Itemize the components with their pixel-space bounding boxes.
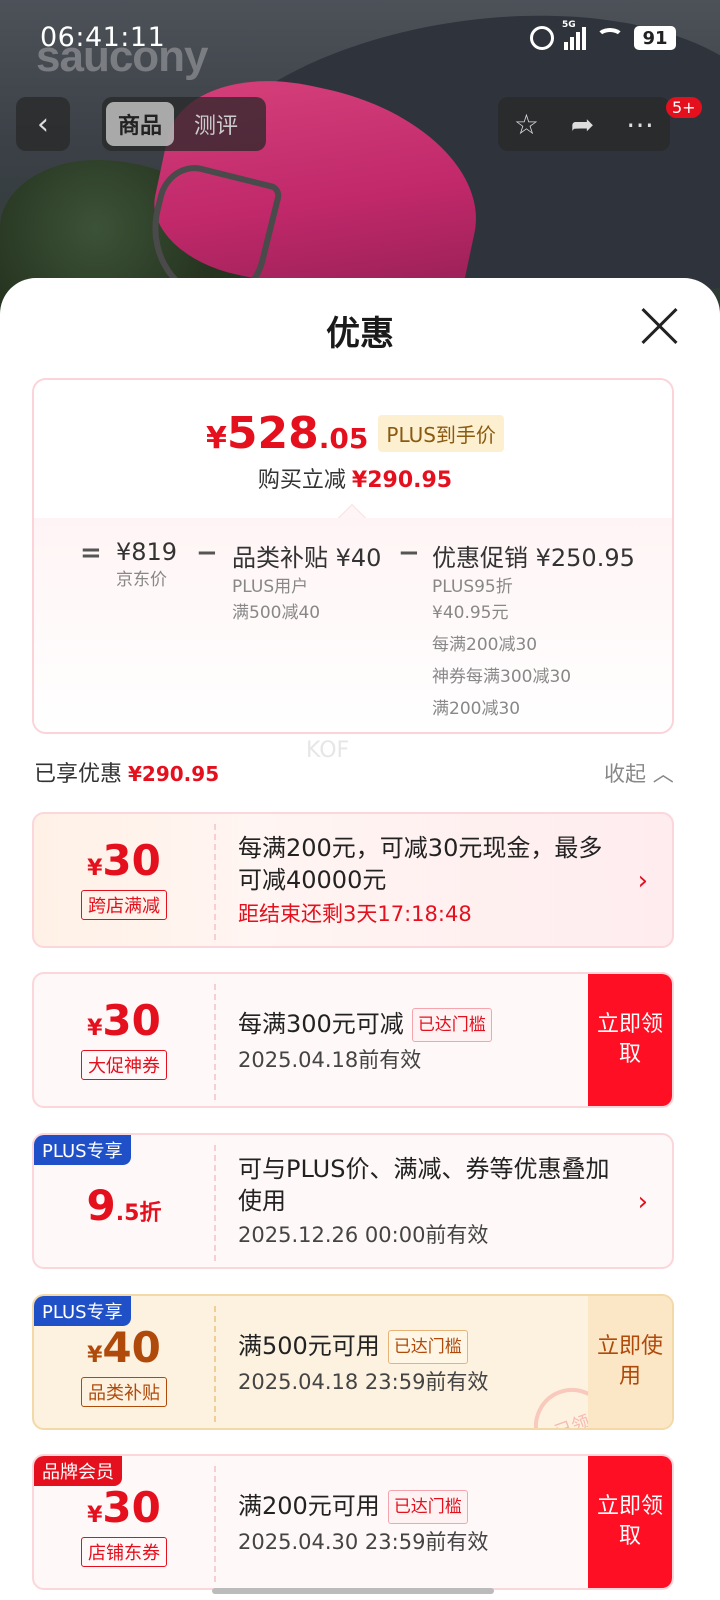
coupon-card: PLUS专享 ¥40 品类补贴 满500元可用 已达门槛 2025.04.18 2…: [32, 1294, 674, 1430]
tab-product[interactable]: 商品: [106, 102, 175, 146]
nav-tabs: 商品 测评: [102, 97, 266, 151]
countdown: 距结束还剩3天17:18:48: [238, 902, 472, 926]
close-icon[interactable]: [638, 304, 682, 348]
base-price-label: 京东价: [116, 570, 167, 590]
battery-icon: 91: [634, 26, 676, 50]
claim-button[interactable]: 立即领取: [588, 974, 672, 1106]
discount-sheet: 优惠 ¥528.05 PLUS到手价 购买立减 ¥290.95 = ¥819 京东…: [0, 278, 720, 1600]
use-button[interactable]: 立即使用: [588, 1296, 672, 1428]
coupon-card: ¥30 大促神券 每满300元可减 已达门槛 2025.04.18前有效 立即领取: [32, 972, 674, 1108]
network-type: 5G: [562, 20, 576, 30]
reduce-line: 购买立减 ¥290.95: [257, 468, 453, 493]
final-price: ¥528.05: [206, 408, 369, 459]
status-icons: 5G 91: [530, 20, 676, 50]
coupon-validity: 2025.12.26 00:00前有效: [238, 1223, 489, 1247]
coupon-type: 大促神券: [81, 1050, 167, 1080]
enjoyed-discount: 已享优惠 ¥290.95: [34, 762, 220, 787]
coupon-desc: 满200元可用 已达门槛: [238, 1490, 618, 1524]
base-price: ¥819: [116, 538, 178, 566]
reduce-amount: ¥290.95: [351, 468, 453, 493]
chevron-left-icon: ‹: [37, 106, 49, 142]
claim-button[interactable]: 立即领取: [588, 1456, 672, 1588]
coupon-validity: 2025.04.30 23:59前有效: [238, 1530, 489, 1554]
watermark-text: KOF: [306, 738, 350, 763]
promo-col: 优惠促销 ¥250.95 PLUS95折 ¥40.95元 每满200减30 神券…: [432, 538, 635, 721]
summary-breakdown: = ¥819 京东价 − 品类补贴 ¥40 PLUS用户 满500减40 − 优…: [34, 518, 672, 732]
signal-icon: 5G: [562, 20, 586, 50]
promo-title: 优惠促销 ¥250.95: [432, 544, 635, 572]
status-bar: 06:41:11 5G 91: [0, 0, 720, 80]
coupon-card: 品牌会员 ¥30 店铺东券 满200元可用 已达门槛 2025.04.30 23:…: [32, 1454, 674, 1590]
tab-review[interactable]: 测评: [182, 102, 250, 146]
coupon-type: 品类补贴: [81, 1377, 167, 1407]
nav-actions: ☆ ➦ ⋯: [498, 97, 670, 151]
coupon-desc: 满500元可用 已达门槛: [238, 1330, 618, 1364]
coupon-desc: 每满300元可减 已达门槛: [238, 1008, 618, 1042]
back-button[interactable]: ‹: [16, 97, 70, 151]
coupon-card[interactable]: ¥30 跨店满减 每满200元，可减30元现金，最多可减40000元 距结束还剩…: [32, 812, 674, 948]
threshold-badge: 已达门槛: [387, 1330, 468, 1364]
alarm-icon: [530, 26, 554, 50]
chevron-right-icon[interactable]: ›: [638, 1187, 648, 1217]
star-icon[interactable]: ☆: [514, 108, 539, 141]
home-indicator[interactable]: [212, 1588, 494, 1594]
category-subsidy-title: 品类补贴 ¥40: [232, 544, 382, 572]
threshold-badge: 已达门槛: [411, 1008, 492, 1042]
sheet-title: 优惠: [326, 314, 394, 354]
coupon-type: 跨店满减: [81, 890, 167, 920]
coupon-desc: 每满200元，可减30元现金，最多可减40000元: [238, 834, 603, 894]
minus-sign: −: [398, 538, 420, 568]
equals-sign: =: [80, 538, 102, 568]
share-icon[interactable]: ➦: [571, 108, 594, 141]
plus-price-tag: PLUS到手价: [378, 415, 504, 452]
category-subsidy-col: 品类补贴 ¥40 PLUS用户 满500减40: [232, 538, 381, 625]
threshold-badge: 已达门槛: [387, 1490, 468, 1524]
message-badge: 5+: [666, 97, 702, 118]
coupon-type: 店铺东券: [81, 1537, 167, 1567]
coupon-validity: 2025.04.18前有效: [238, 1048, 422, 1072]
status-time: 06:41:11: [40, 22, 166, 53]
final-price-line: ¥528.05 PLUS到手价: [34, 408, 672, 459]
minus-sign: −: [196, 538, 218, 568]
chevron-up-icon: ︿: [652, 762, 674, 786]
base-price-col: ¥819 京东价: [116, 538, 177, 592]
wifi-icon: [596, 28, 624, 48]
chevron-right-icon[interactable]: ›: [638, 866, 648, 896]
coupon-card[interactable]: PLUS专享 9.5折 可与PLUS价、满减、券等优惠叠加使用 2025.12.…: [32, 1133, 674, 1269]
price-summary-card: ¥528.05 PLUS到手价 购买立减 ¥290.95 = ¥819 京东价 −…: [32, 378, 674, 734]
collapse-button[interactable]: 收起 ︿: [604, 758, 674, 788]
summary-head: ¥528.05 PLUS到手价 购买立减 ¥290.95: [34, 380, 672, 518]
more-icon[interactable]: ⋯: [626, 108, 654, 141]
coupon-desc: 可与PLUS价、满减、券等优惠叠加使用: [238, 1155, 610, 1215]
